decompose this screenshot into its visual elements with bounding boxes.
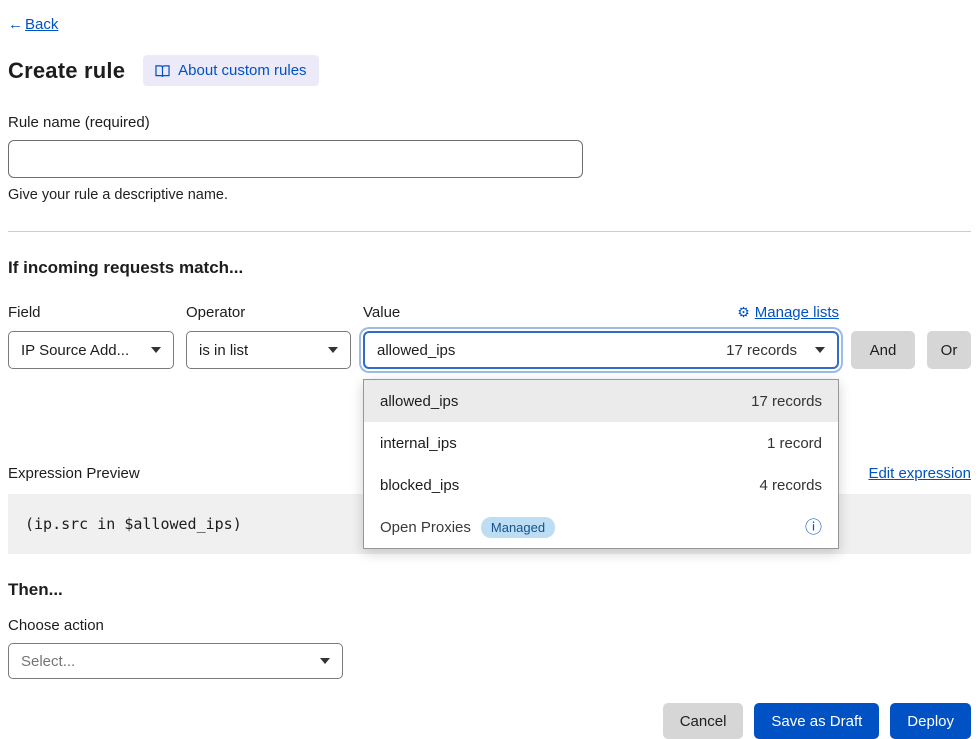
footer-actions: Cancel Save as Draft Deploy: [8, 703, 971, 739]
list-option-allowed-ips[interactable]: allowed_ips 17 records: [364, 380, 838, 422]
info-icon[interactable]: ⓘ: [805, 519, 822, 536]
expression-preview-label: Expression Preview: [8, 465, 140, 482]
operator-label: Operator: [186, 304, 351, 321]
field-select-value: IP Source Add...: [21, 342, 129, 359]
option-records: 4 records: [759, 477, 822, 494]
field-label: Field: [8, 304, 174, 321]
match-section-title: If incoming requests match...: [8, 258, 971, 278]
about-custom-rules-link[interactable]: About custom rules: [143, 55, 318, 86]
value-label: Value: [363, 304, 400, 321]
save-as-draft-button[interactable]: Save as Draft: [754, 703, 879, 739]
deploy-button[interactable]: Deploy: [890, 703, 971, 739]
edit-expression-link[interactable]: Edit expression: [868, 465, 971, 482]
then-section-title: Then...: [8, 580, 971, 600]
option-name: Open Proxies: [380, 519, 471, 536]
back-arrow-icon: ←: [8, 16, 23, 33]
gear-icon: ⚙: [737, 304, 750, 321]
operator-select[interactable]: is in list: [186, 331, 351, 369]
value-combobox-wrap: allowed_ips 17 records allowed_ips 17 re…: [363, 331, 839, 369]
field-select[interactable]: IP Source Add...: [8, 331, 174, 369]
option-name: allowed_ips: [380, 393, 458, 410]
back-link[interactable]: ←Back: [8, 16, 58, 33]
create-rule-page: ←Back Create rule About custom rules Rul…: [0, 0, 979, 739]
choose-action-label: Choose action: [8, 617, 971, 634]
page-title: Create rule: [8, 58, 125, 84]
chevron-down-icon: [320, 658, 330, 664]
option-records: 1 record: [767, 435, 822, 452]
back-label: Back: [25, 16, 58, 33]
option-name: internal_ips: [380, 435, 457, 452]
action-select[interactable]: Select...: [8, 643, 343, 679]
chevron-down-icon: [151, 347, 161, 353]
match-controls-row: IP Source Add... is in list allowed_ips …: [8, 331, 971, 369]
and-button[interactable]: And: [851, 331, 915, 369]
section-divider: [8, 231, 971, 232]
value-records-count: 17 records: [726, 342, 797, 359]
title-row: Create rule About custom rules: [8, 55, 971, 86]
cancel-button[interactable]: Cancel: [663, 703, 744, 739]
list-option-blocked-ips[interactable]: blocked_ips 4 records: [364, 464, 838, 506]
operator-select-value: is in list: [199, 342, 248, 359]
option-records: 17 records: [751, 393, 822, 410]
chevron-down-icon: [815, 347, 825, 353]
value-combobox-value: allowed_ips: [377, 342, 726, 359]
match-labels-row: Field Operator Value ⚙ Manage lists: [8, 304, 971, 321]
managed-badge: Managed: [481, 517, 555, 538]
action-select-placeholder: Select...: [21, 653, 75, 670]
value-combobox[interactable]: allowed_ips 17 records: [363, 331, 839, 369]
about-custom-rules-label: About custom rules: [178, 62, 306, 79]
rule-name-helper-text: Give your rule a descriptive name.: [8, 187, 971, 203]
list-option-open-proxies[interactable]: Open Proxies Managed ⓘ: [364, 506, 838, 548]
value-dropdown-panel: allowed_ips 17 records internal_ips 1 re…: [363, 379, 839, 549]
or-button[interactable]: Or: [927, 331, 971, 369]
book-icon: [155, 64, 170, 78]
list-option-internal-ips[interactable]: internal_ips 1 record: [364, 422, 838, 464]
chevron-down-icon: [328, 347, 338, 353]
rule-name-label: Rule name (required): [8, 114, 971, 131]
rule-name-input[interactable]: [8, 140, 583, 178]
manage-lists-link[interactable]: Manage lists: [755, 304, 839, 321]
back-row: ←Back: [8, 16, 971, 33]
option-name: blocked_ips: [380, 477, 459, 494]
